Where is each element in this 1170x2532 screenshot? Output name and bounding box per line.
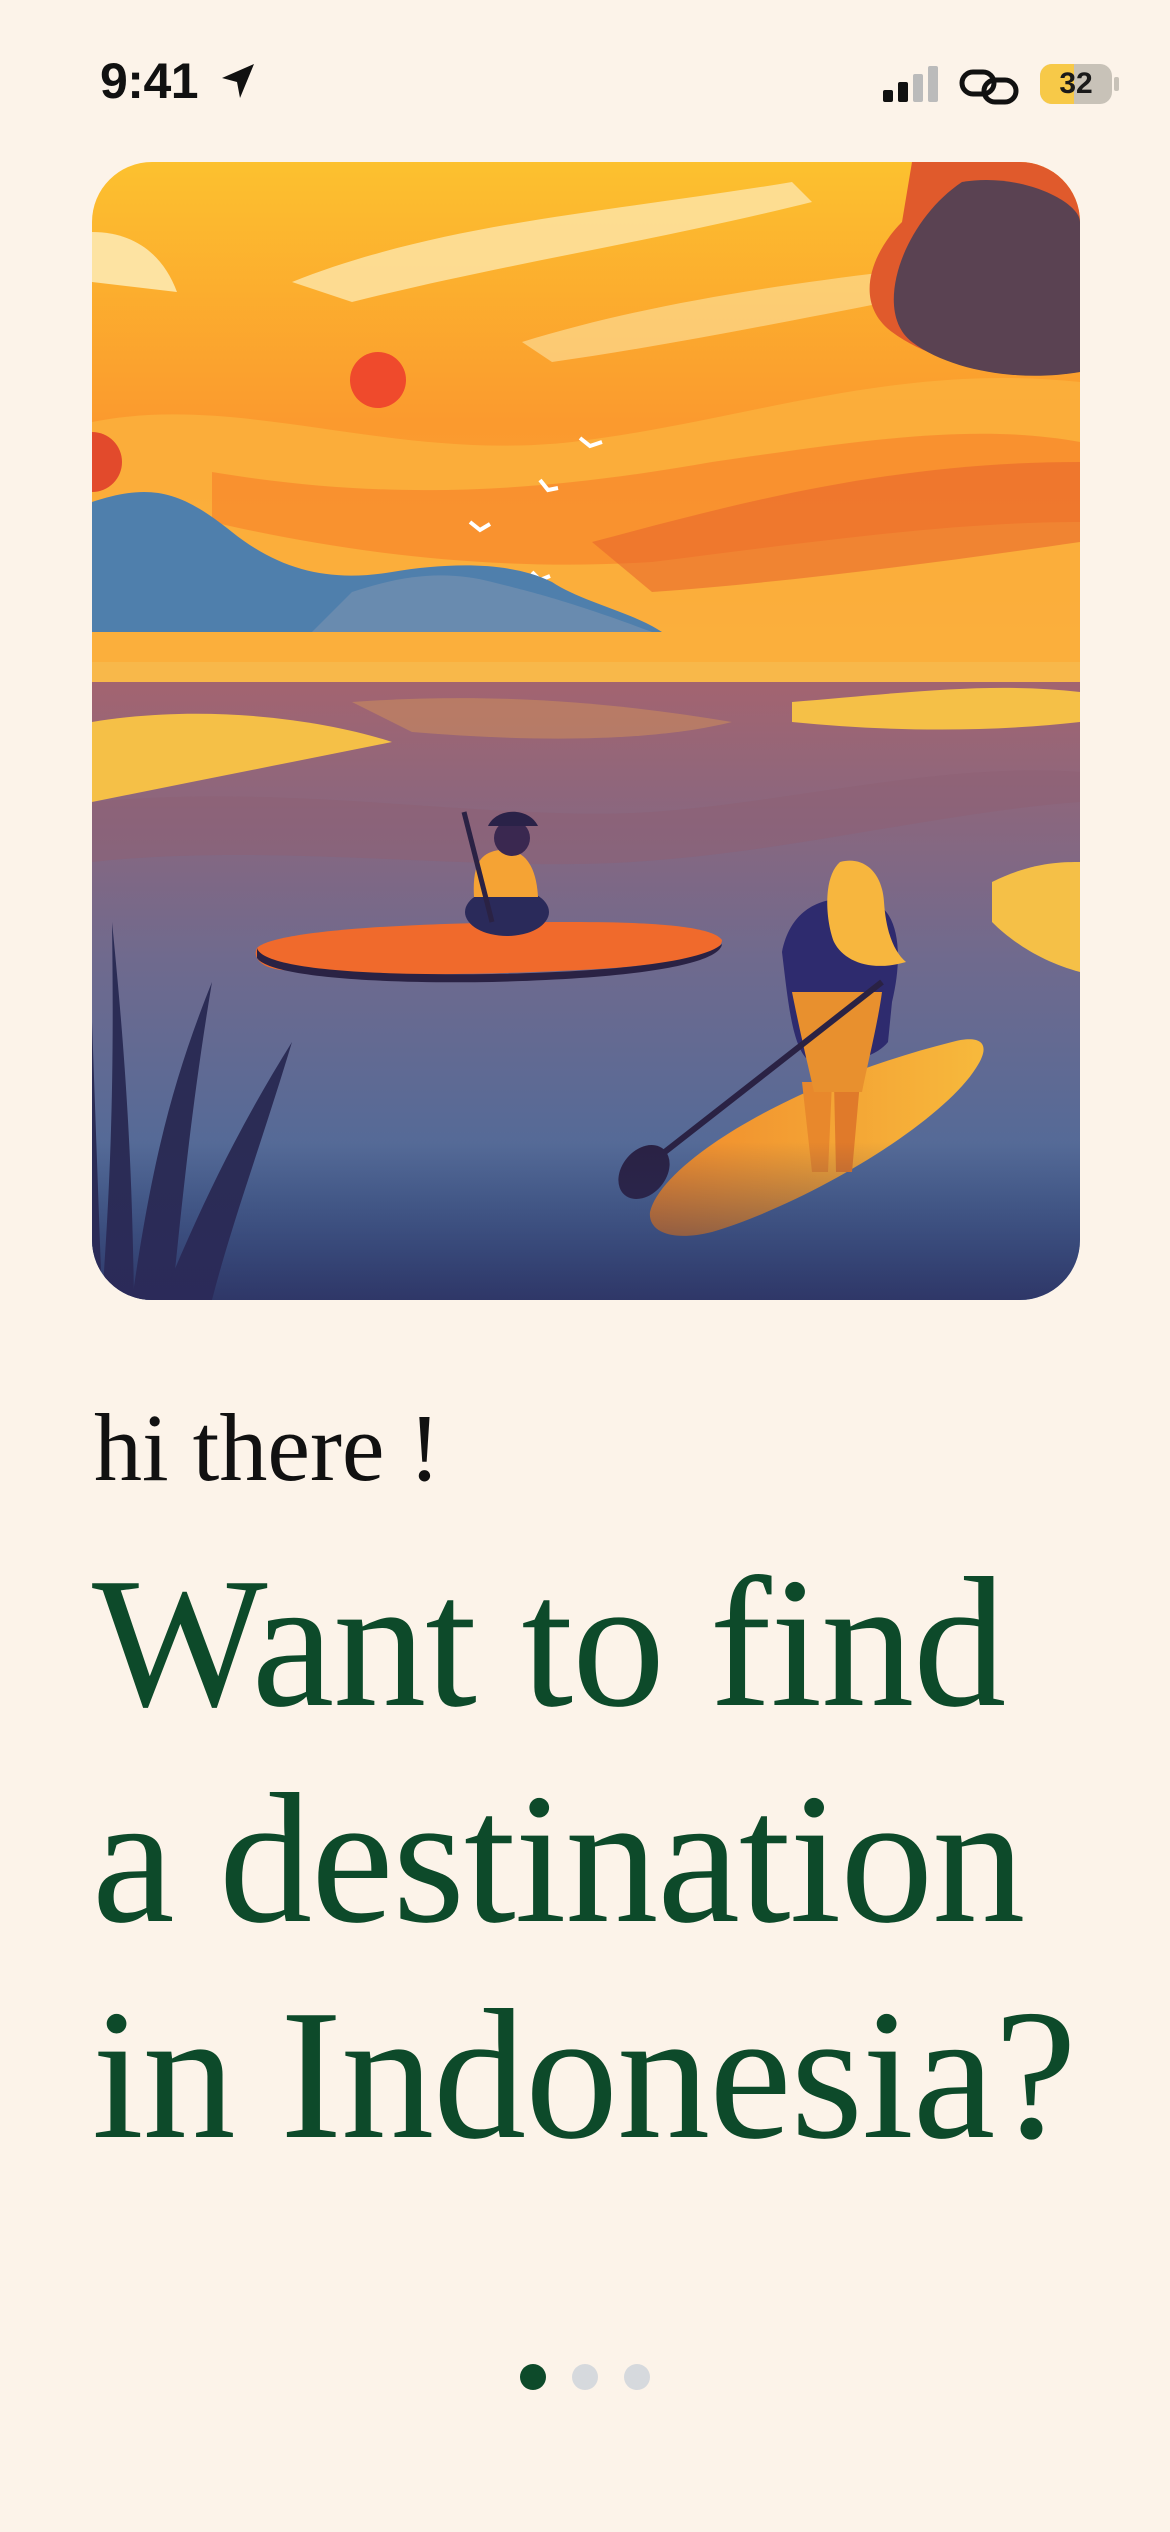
greeting-text: hi there !: [94, 1394, 441, 1501]
page-dot-3[interactable]: [624, 2364, 650, 2390]
page-dot-2[interactable]: [572, 2364, 598, 2390]
status-bar: 9:41 32: [0, 0, 1170, 150]
page-dot-1[interactable]: [520, 2364, 546, 2390]
hero-illustration: [92, 162, 1080, 1300]
battery-level: 32: [1059, 67, 1093, 100]
location-arrow-icon: [222, 64, 254, 98]
paddleboard-sunset-illustration: [92, 162, 1080, 1300]
headline-line-3: in Indonesia?: [92, 1972, 1077, 2178]
headline: Want to find a destination in Indonesia?: [92, 1535, 1152, 2183]
link-icon: [959, 69, 1019, 105]
headline-line-1: Want to find: [92, 1540, 1006, 1746]
page-indicator[interactable]: [520, 2364, 660, 2394]
status-time: 9:41: [100, 53, 199, 109]
headline-line-2: a destination: [92, 1756, 1025, 1962]
signal-icon: [883, 66, 938, 102]
